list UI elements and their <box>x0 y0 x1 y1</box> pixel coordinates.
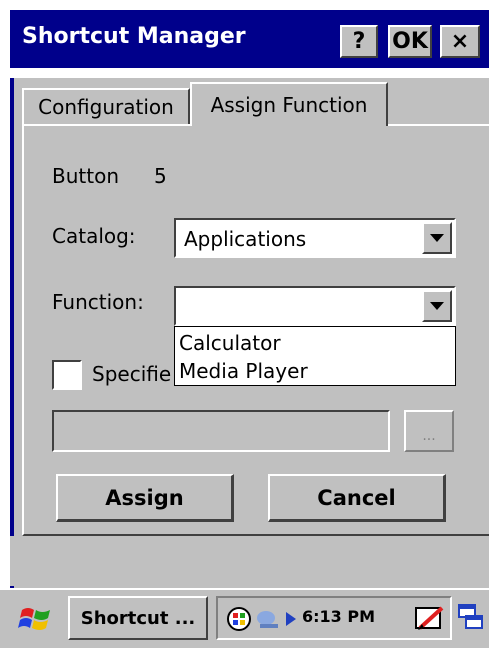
windows-flag-icon <box>18 608 50 630</box>
window-title: Shortcut Manager <box>22 24 246 49</box>
tab-configuration[interactable]: Configuration <box>22 88 190 124</box>
function-select[interactable] <box>174 286 456 326</box>
catalog-select-value: Applications <box>184 227 307 251</box>
close-button[interactable]: × <box>440 25 480 58</box>
catalog-dropdown-button[interactable] <box>422 222 452 254</box>
cancel-button[interactable]: Cancel <box>268 474 446 522</box>
browse-button: ... <box>404 410 454 452</box>
tab-assign-function[interactable]: Assign Function <box>190 82 388 126</box>
function-dropdown-list: Calculator Media Player <box>174 326 456 386</box>
title-bar-inner: Shortcut Manager ? OK × <box>10 10 489 68</box>
dropdown-option-calculator[interactable]: Calculator <box>179 331 281 355</box>
function-label: Function: <box>52 290 144 314</box>
taskbar: Shortcut ... 6:13 PM <box>0 588 489 648</box>
catalog-label: Catalog: <box>52 224 136 248</box>
dropdown-option-media-player[interactable]: Media Player <box>179 359 308 383</box>
tray-arrow-icon[interactable] <box>286 612 296 626</box>
start-button[interactable] <box>12 600 60 640</box>
ok-button[interactable]: OK <box>388 25 432 58</box>
switch-windows-icon[interactable] <box>458 604 484 632</box>
button-number: 5 <box>154 164 167 188</box>
network-icon[interactable] <box>226 606 252 632</box>
function-dropdown-button[interactable] <box>422 290 452 322</box>
screen-edge <box>0 78 10 648</box>
specific-checkbox-label[interactable]: Specifie <box>92 362 171 386</box>
path-field <box>52 410 390 452</box>
title-bar: Shortcut Manager ? OK × <box>0 0 489 78</box>
catalog-select[interactable]: Applications <box>174 218 456 258</box>
help-button[interactable]: ? <box>340 25 378 58</box>
chevron-down-icon <box>430 302 444 310</box>
taskbar-app-button[interactable]: Shortcut ... <box>68 596 208 640</box>
tray-clock[interactable]: 6:13 PM <box>302 607 375 626</box>
button-label: Button <box>52 164 119 188</box>
window-frame-edge <box>10 78 14 598</box>
specific-checkbox[interactable] <box>52 360 82 390</box>
chevron-down-icon <box>430 234 444 242</box>
status-area <box>10 536 489 586</box>
connection-icon[interactable] <box>256 606 284 632</box>
pen-icon[interactable] <box>414 604 446 634</box>
assign-button[interactable]: Assign <box>56 474 234 522</box>
system-tray: 6:13 PM <box>216 596 452 640</box>
